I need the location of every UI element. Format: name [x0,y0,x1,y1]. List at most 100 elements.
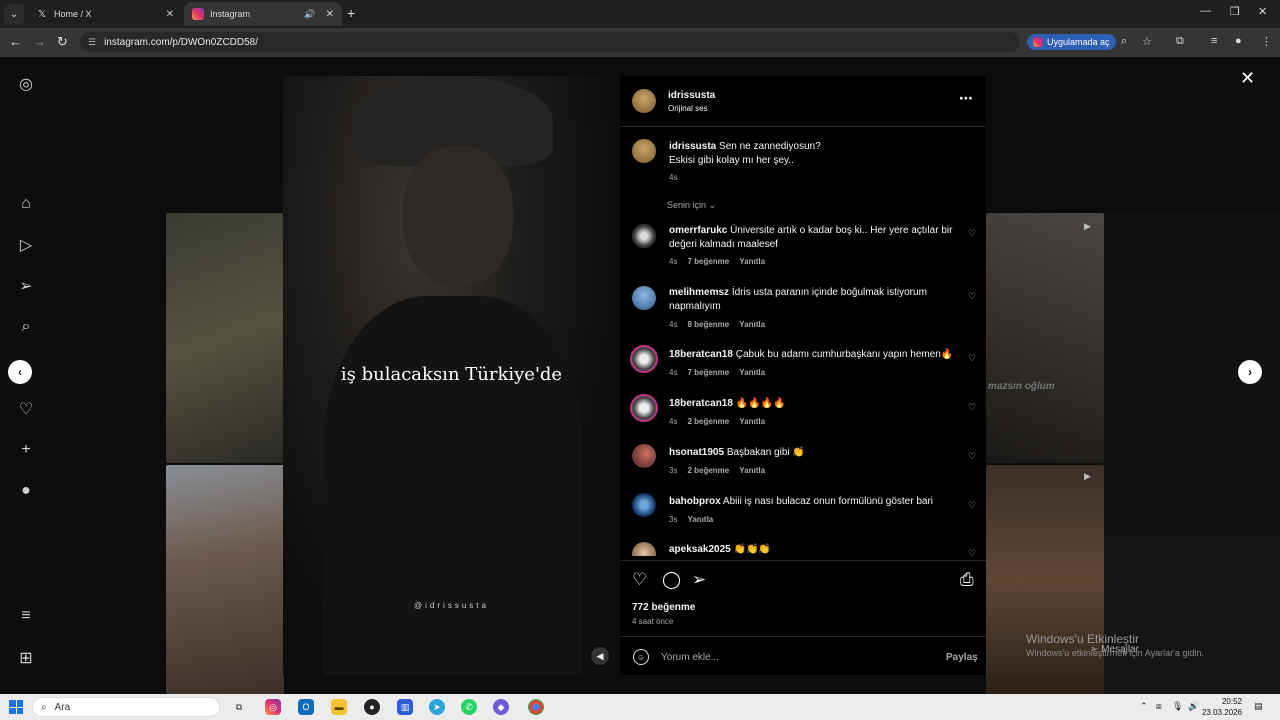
tab-home-x[interactable]: 𝕏 Home / X ✕ [28,2,182,26]
sort-comments-dropdown[interactable]: Senin için ⌄ [667,200,716,211]
open-in-app-button[interactable]: Uygulamada aç [1027,34,1116,50]
comment-like-heart-icon[interactable]: ♡ [968,548,976,559]
zoom-icon[interactable]: ⌕ [1121,35,1127,48]
tab-instagram[interactable]: Instagram 🔊 ✕ [184,2,342,26]
windows-start-icon[interactable] [9,700,23,714]
home-icon[interactable]: ⌂ [16,194,36,214]
profile-avatar-icon[interactable]: ● [16,481,36,501]
reply-button[interactable]: Yanıtla [739,320,765,329]
comment-username[interactable]: hsonat1905 [669,447,724,458]
post-comment-button[interactable]: Paylaş [946,652,978,663]
reply-button[interactable]: Yanıtla [739,417,765,426]
commenter-avatar[interactable] [632,444,656,468]
audio-label[interactable]: Orijinal ses [668,104,708,113]
commenter-avatar[interactable] [630,394,658,422]
microphone-icon[interactable]: 🎙 [1172,701,1183,712]
background-post-tile[interactable] [166,213,284,463]
comment-input[interactable]: Yorum ekle... [661,652,719,663]
share-send-icon[interactable]: ➢ [692,570,706,590]
back-icon[interactable]: ← [9,34,22,49]
reply-button[interactable]: Yanıtla [739,368,765,377]
minimize-icon[interactable]: — [1200,5,1211,17]
telegram-icon[interactable]: ➤ [429,699,445,715]
comment-like-count[interactable]: 2 beğenme [687,466,729,475]
reply-button[interactable]: Yanıtla [687,515,713,524]
site-info-icon[interactable]: ☰ [88,37,96,48]
browser-menu-icon[interactable]: ⋮ [1261,35,1272,48]
comment-username[interactable]: 18beratcan18 [669,349,733,360]
chevron-up-icon[interactable]: ⌃ [1140,701,1148,712]
comment-like-heart-icon[interactable]: ♡ [968,228,976,239]
comment-username[interactable]: 18beratcan18 [669,398,733,409]
volume-icon[interactable]: 🔊 [1188,701,1199,712]
comment-like-heart-icon[interactable]: ♡ [968,402,976,413]
next-post-button[interactable]: › [1238,360,1262,384]
media-controls-icon[interactable]: ≡ [1211,35,1217,47]
whatsapp-icon[interactable]: ✆ [461,699,477,715]
author-avatar[interactable] [632,89,656,113]
search-icon[interactable]: ⌕ [16,317,36,337]
background-post-tile[interactable]: ▶ [986,465,1104,694]
reload-icon[interactable]: ↻ [57,34,68,50]
comment-username[interactable]: omerrfarukc [669,225,727,236]
forward-icon[interactable]: → [33,34,46,49]
commenter-avatar[interactable] [632,286,656,310]
bookmark-star-icon[interactable]: ☆ [1142,35,1152,48]
chrome-icon[interactable] [528,699,544,715]
volume-icon[interactable]: ◀ [591,647,609,665]
instagram-app-icon[interactable]: ◎ [265,699,281,715]
create-icon[interactable]: + [16,440,36,460]
like-heart-icon[interactable]: ♡ [632,570,647,590]
commenter-avatar[interactable] [632,542,656,556]
commenter-avatar[interactable] [632,493,656,517]
task-view-icon[interactable]: ⧉ [231,699,247,715]
trello-icon[interactable]: ▥ [397,699,413,715]
app-icon[interactable]: ● [364,699,380,715]
reply-button[interactable]: Yanıtla [739,257,765,266]
extensions-icon[interactable]: ⧉ [1176,35,1184,48]
comment-like-heart-icon[interactable]: ♡ [968,451,976,462]
tab-search-button[interactable]: ⌄ [4,4,24,24]
file-explorer-icon[interactable]: ▬ [331,699,347,715]
apps-grid-icon[interactable]: ⊞ [16,648,36,668]
emoji-icon[interactable]: ☺ [633,649,649,665]
commenter-avatar[interactable] [630,345,658,373]
outlook-icon[interactable]: O [298,699,314,715]
author-username[interactable]: idrissusta [668,90,715,101]
comment-username[interactable]: bahobprox [669,496,721,507]
like-count[interactable]: 772 beğenme [632,602,695,613]
taskbar-search[interactable]: ⌕ Ara [32,697,220,717]
comment-like-count[interactable]: 7 beğenme [687,257,729,266]
more-options-icon[interactable]: ⋯ [959,90,973,107]
more-menu-icon[interactable]: ≡ [16,606,36,626]
speaker-icon[interactable]: 🔊 [304,9,315,20]
taskbar-clock[interactable]: 20:52 23.03.2026 [1200,696,1242,718]
close-tab-icon[interactable]: ✕ [166,9,174,20]
comment-like-heart-icon[interactable]: ♡ [968,291,976,302]
author-avatar[interactable] [632,139,656,163]
comment-like-heart-icon[interactable]: ♡ [968,500,976,511]
previous-post-button[interactable]: ‹ [8,360,32,384]
send-icon[interactable]: ➢ [16,276,36,296]
comment-username[interactable]: melihmemsz [669,287,729,298]
comment-like-heart-icon[interactable]: ♡ [968,353,976,364]
heart-icon[interactable]: ♡ [16,399,36,419]
close-icon[interactable]: ✕ [1240,68,1255,89]
reels-icon[interactable]: ▷ [16,235,36,255]
caption-username[interactable]: idrissusta [669,141,716,152]
restore-icon[interactable]: ❐ [1230,5,1240,18]
profile-icon[interactable]: ● [1235,35,1242,47]
notification-icon[interactable]: ▤ [1254,701,1263,712]
address-bar[interactable]: ☰ instagram.com/p/DWOn0ZCDD58/ [80,32,1020,52]
reply-button[interactable]: Yanıtla [739,466,765,475]
new-tab-button[interactable]: + [347,5,355,21]
background-post-tile[interactable]: mazsın oğlum ▶ [986,213,1104,463]
post-timestamp[interactable]: 4 saat önce [632,617,673,626]
comment-icon[interactable]: ◯ [662,570,681,590]
post-video[interactable]: iş bulacaksın Türkiye'de @idrissusta ◀ [283,76,620,675]
app-icon[interactable]: ◆ [493,699,509,715]
close-tab-icon[interactable]: ✕ [326,9,334,20]
window-close-icon[interactable]: ✕ [1258,5,1267,18]
background-post-tile[interactable] [166,465,284,694]
commenter-avatar[interactable] [632,224,656,248]
